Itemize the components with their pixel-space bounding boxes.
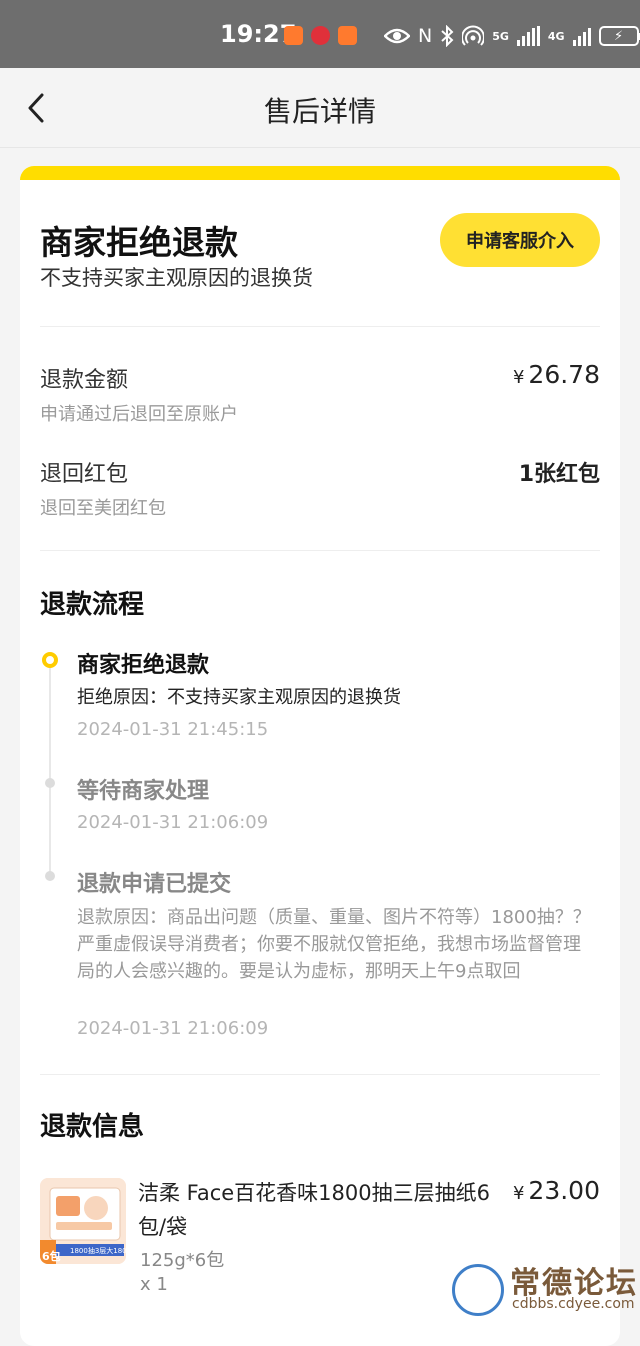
after-sale-card: 商家拒绝退款 不支持买家主观原因的退换货 申请客服介入 退款金额 申请通过后退回… <box>20 166 620 1346</box>
thumb-badge-text: 6包 <box>42 1249 61 1263</box>
refund-status-title: 商家拒绝退款 <box>40 223 238 262</box>
request-customer-service-button[interactable]: 申请客服介入 <box>440 213 600 267</box>
timeline-dot <box>45 871 55 881</box>
status-bar: 19:27 N 5G 4G ⚡ <box>0 0 640 68</box>
accent-stripe <box>20 166 620 180</box>
timeline-step-time: 2024-01-31 21:45:15 <box>77 719 269 740</box>
signal-icon <box>516 26 540 46</box>
timeline-dot <box>45 778 55 788</box>
app-notification-icon <box>311 26 330 45</box>
timeline-step-detail: 拒绝原因：不支持买家主观原因的退换货 <box>77 687 401 708</box>
redpacket-note: 退回至美团红包 <box>40 498 166 519</box>
currency-symbol: ¥ <box>512 367 525 388</box>
product-image[interactable]: 1800抽3层大1800张 6包 <box>40 1178 126 1264</box>
network-4g-label: 4G <box>547 29 565 43</box>
redpacket-value: 1张红包 <box>518 462 600 487</box>
bluetooth-icon <box>441 25 454 47</box>
nav-bar: 售后详情 <box>0 68 640 148</box>
signal-icon <box>572 26 591 46</box>
product-quantity: x 1 <box>140 1274 168 1295</box>
network-5g-label: 5G <box>492 29 509 43</box>
forum-logo-icon <box>452 1264 504 1316</box>
timeline-step-title: 等待商家处理 <box>77 779 210 804</box>
refund-info-title: 退款信息 <box>40 1112 145 1142</box>
refund-status-subtitle: 不支持买家主观原因的退换货 <box>40 266 313 290</box>
notification-icons <box>284 26 357 45</box>
forum-watermark: 常德论坛 cdbbs.cdyee.com <box>448 1256 640 1320</box>
product-name[interactable]: 洁柔 Face百花香味1800抽三层抽纸6包/袋 <box>138 1176 498 1244</box>
thumb-banner-text: 1800抽3层大1800张 <box>70 1246 126 1255</box>
hotspot-icon <box>462 25 485 46</box>
product-price: ¥23.00 <box>513 1176 600 1205</box>
watermark-url: cdbbs.cdyee.com <box>512 1296 635 1312</box>
app-notification-icon <box>284 26 303 45</box>
refund-process-title: 退款流程 <box>40 590 145 620</box>
page-title: 售后详情 <box>263 95 376 128</box>
timeline-step-time: 2024-01-31 21:06:09 <box>77 812 269 833</box>
app-notification-icon <box>338 26 357 45</box>
refund-amount-number: 26.78 <box>528 360 600 389</box>
refund-amount-label: 退款金额 <box>40 368 129 393</box>
divider <box>40 326 600 327</box>
timeline-step-title: 商家拒绝退款 <box>77 653 210 678</box>
system-icons: N 5G 4G ⚡ <box>384 25 640 47</box>
divider <box>40 550 600 551</box>
nfc-icon: N <box>418 25 433 47</box>
product-price-number: 23.00 <box>528 1176 600 1205</box>
divider <box>40 1074 600 1075</box>
timeline-step-time: 2024-01-31 21:06:09 <box>77 1018 269 1039</box>
timeline-step-title: 退款申请已提交 <box>77 872 232 897</box>
timeline-step-detail: 退款原因：商品出问题（质量、重量、图片不符等）1800抽？？严重虚假误导消费者；… <box>77 907 591 982</box>
redpacket-label: 退回红包 <box>40 462 129 487</box>
tissue-pack-image: 1800抽3层大1800张 6包 <box>40 1178 126 1264</box>
refund-amount-note: 申请通过后退回至原账户 <box>40 404 238 425</box>
currency-symbol: ¥ <box>512 1183 525 1204</box>
timeline-dot-active <box>42 652 58 668</box>
refund-amount-value: ¥26.78 <box>513 360 600 389</box>
battery-icon: ⚡ <box>598 26 640 46</box>
eye-icon <box>384 28 410 44</box>
timeline-line <box>49 666 51 876</box>
product-spec: 125g*6包 <box>140 1250 225 1271</box>
